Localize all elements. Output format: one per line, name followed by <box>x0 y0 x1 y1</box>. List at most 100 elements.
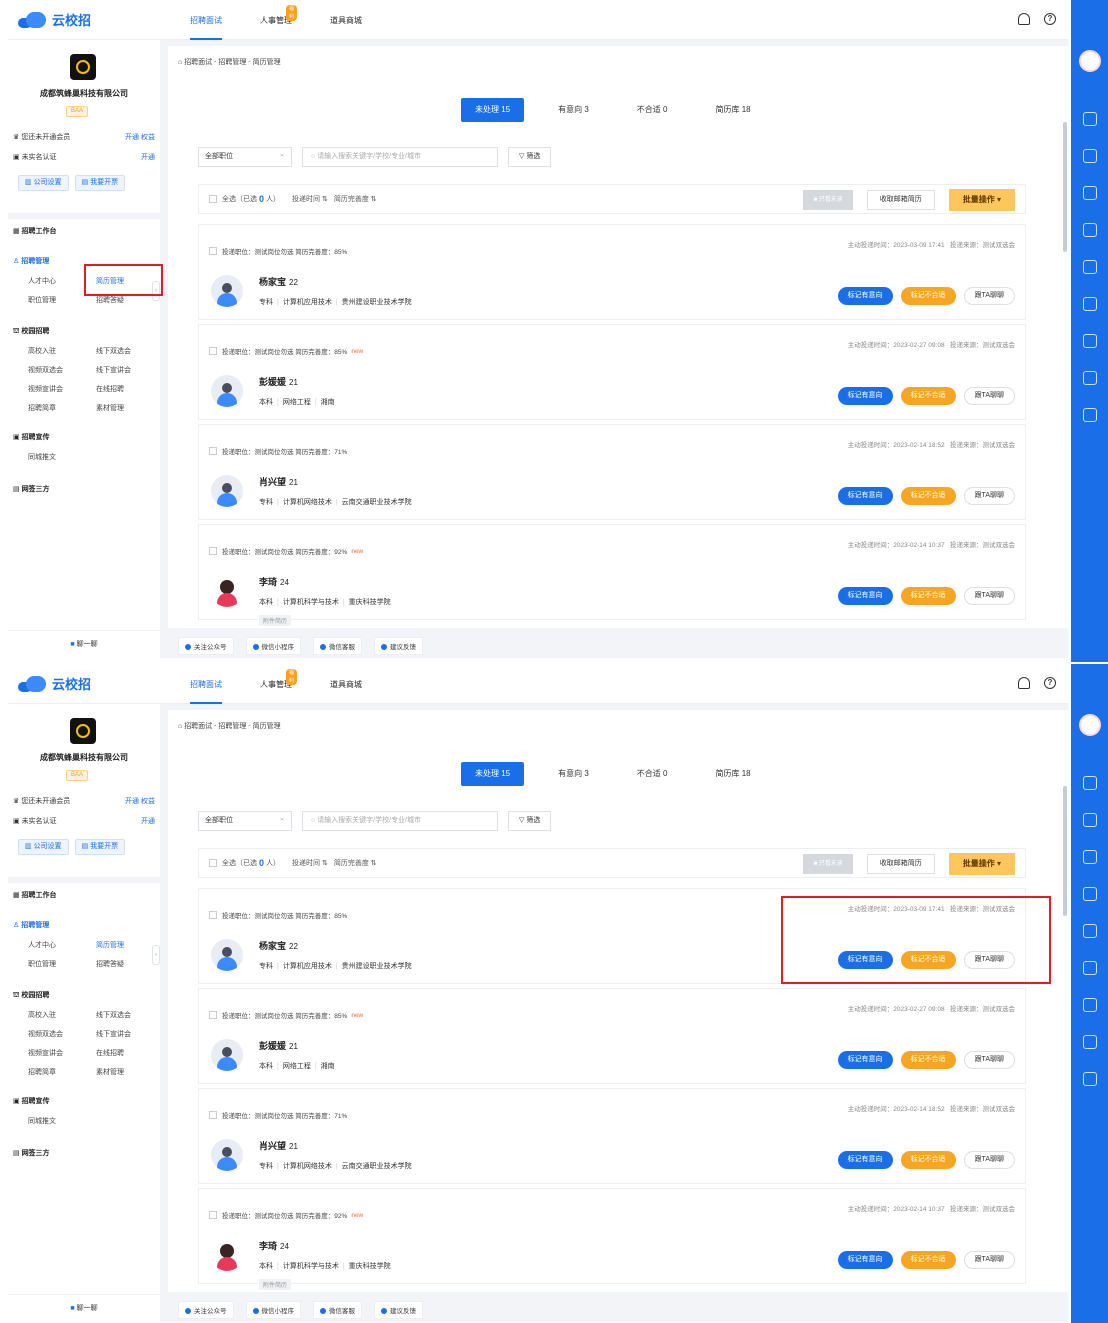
footer-miniprogram[interactable]: 微信小程序 <box>245 637 301 655</box>
security-icon[interactable] <box>1083 334 1097 348</box>
unread-only-toggle[interactable]: ■ 只看未读 <box>803 854 853 874</box>
position-select[interactable]: 全部职位 <box>198 146 292 167</box>
nav-recruit-interview[interactable]: 招聘面试 <box>190 666 222 704</box>
sidebar-item-campus[interactable]: 高校入驻 <box>28 346 96 356</box>
candidate-avatar[interactable] <box>211 575 243 607</box>
mark-interested-button[interactable]: 标记有意向 <box>837 387 893 405</box>
tab-unsuitable[interactable]: 不合适 0 <box>623 762 682 786</box>
security-icon[interactable] <box>1083 998 1097 1012</box>
chat-entry[interactable]: ■ 聊一聊 <box>8 630 160 658</box>
sidebar-item-campus[interactable]: 高校入驻 <box>28 1010 96 1020</box>
candidate-card[interactable]: 投递职位：测试岗位勿选 简历完善度：71% 主动投递时间：2023-02-14 … <box>198 1088 1026 1184</box>
unread-only-toggle[interactable]: ■ 只看未读 <box>803 190 853 210</box>
cloud-icon[interactable] <box>1083 223 1097 237</box>
mark-unsuitable-button[interactable]: 标记不合适 <box>900 487 956 505</box>
cloud-icon[interactable] <box>1083 887 1097 901</box>
scrollbar[interactable] <box>1063 786 1067 916</box>
mark-interested-button[interactable]: 标记有意向 <box>837 487 893 505</box>
help-icon[interactable]: ? <box>1044 677 1056 689</box>
footer-feedback[interactable]: 建议反馈 <box>374 1301 423 1319</box>
nav-recruit-interview[interactable]: 招聘面试 <box>190 2 222 40</box>
candidate-name[interactable]: 彭媛媛 <box>259 1041 286 1051</box>
sidebar-item-resume[interactable]: 简历管理 <box>96 940 156 950</box>
calendar-icon[interactable] <box>1083 776 1097 790</box>
grid-icon[interactable] <box>1083 1072 1097 1086</box>
mark-unsuitable-button[interactable]: 标记不合适 <box>900 587 956 605</box>
member-open-link[interactable]: 开通 <box>125 134 139 141</box>
company-settings-button[interactable]: ▥ 公司设置 <box>18 839 69 855</box>
nav-hr-manage[interactable]: 福利 人事管理 <box>260 666 298 704</box>
select-all-checkbox[interactable] <box>209 859 217 867</box>
candidate-checkbox[interactable] <box>209 911 217 919</box>
candidate-card[interactable]: 投递职位：测试岗位勿选 简历完善度：85% new 主动投递时间：2023-02-… <box>198 324 1026 420</box>
mark-unsuitable-button[interactable]: 标记不合适 <box>900 1151 956 1169</box>
sidebar-item-campus[interactable]: 线下双选会 <box>96 1010 156 1020</box>
candidate-name[interactable]: 李琦 <box>259 577 277 587</box>
candidate-checkbox[interactable] <box>209 1111 217 1119</box>
attachment-badge[interactable]: 附件简历 <box>259 1279 292 1290</box>
sidebar-item-qa[interactable]: 招聘答疑 <box>96 959 156 969</box>
candidate-avatar[interactable] <box>211 275 243 307</box>
member-open-link[interactable]: 开通 <box>125 798 139 805</box>
chat-entry[interactable]: ■ 聊一聊 <box>8 1294 160 1322</box>
mark-unsuitable-button[interactable]: 标记不合适 <box>900 1051 956 1069</box>
candidate-avatar[interactable] <box>211 475 243 507</box>
footer-service[interactable]: 微信客服 <box>313 637 362 655</box>
sidebar-section-campus[interactable]: ⛫ 校园招聘 <box>13 990 49 1000</box>
candidate-checkbox[interactable] <box>209 347 217 355</box>
mark-interested-button[interactable]: 标记有意向 <box>837 1051 893 1069</box>
sidebar-item-position[interactable]: 职位管理 <box>28 959 96 969</box>
candidate-name[interactable]: 杨家宝 <box>259 941 286 951</box>
chat-with-candidate-button[interactable]: 跟TA聊聊 <box>963 287 1015 305</box>
sidebar-item-campus[interactable]: 视频双选会 <box>28 1029 96 1039</box>
sidebar-item-workbench[interactable]: ▦ 招聘工作台 <box>13 890 57 900</box>
sidebar-section-sign[interactable]: ▤ 网签三方 <box>13 1148 50 1158</box>
sidebar-section-promo[interactable]: ▣ 招聘宣传 <box>13 432 50 442</box>
flag-icon[interactable] <box>1083 371 1097 385</box>
mark-unsuitable-button[interactable]: 标记不合适 <box>900 387 956 405</box>
candidate-card[interactable]: 投递职位：测试岗位勿选 简历完善度：92% new 主动投递时间：2023-02-… <box>198 1188 1026 1290</box>
flag-icon[interactable] <box>1083 1035 1097 1049</box>
candidate-avatar[interactable] <box>211 1139 243 1171</box>
verify-open-link[interactable]: 开通 <box>141 816 155 826</box>
scrollbar[interactable] <box>1063 122 1067 252</box>
sidebar-collapse-toggle[interactable]: ‹ <box>152 945 160 965</box>
filter-button[interactable]: ▽ 筛选 <box>508 147 552 167</box>
shield-icon[interactable] <box>1083 924 1097 938</box>
batch-action-button[interactable]: 批量操作 ▾ <box>948 189 1015 211</box>
calendar-icon[interactable] <box>1083 112 1097 126</box>
candidate-name[interactable]: 彭媛媛 <box>259 377 286 387</box>
search-input[interactable]: ○ 请输入搜索关键字/学校/专业/城市 <box>302 147 498 167</box>
invoice-button[interactable]: ▤ 我要开票 <box>74 839 126 855</box>
app-logo[interactable]: 云校招 <box>18 674 91 693</box>
sidebar-section-recruit[interactable]: ♙ 招聘管理 <box>13 920 49 930</box>
message-icon[interactable] <box>1083 149 1097 163</box>
mark-unsuitable-button[interactable]: 标记不合适 <box>900 287 956 305</box>
chat-with-candidate-button[interactable]: 跟TA聊聊 <box>963 487 1015 505</box>
sidebar-item-campus[interactable]: 素材管理 <box>96 403 156 413</box>
chat-with-candidate-button[interactable]: 跟TA聊聊 <box>963 1251 1015 1269</box>
help-icon[interactable]: ? <box>1044 13 1056 25</box>
mark-interested-button[interactable]: 标记有意向 <box>837 587 893 605</box>
chat-with-candidate-button[interactable]: 跟TA聊聊 <box>963 1151 1015 1169</box>
grid-icon[interactable] <box>1083 408 1097 422</box>
sidebar-item-campus[interactable]: 素材管理 <box>96 1067 156 1077</box>
sort-time[interactable]: 投递时间 ⇅ <box>292 858 328 868</box>
candidate-checkbox[interactable] <box>209 547 217 555</box>
nav-prop-mall[interactable]: 道具商城 <box>330 666 362 704</box>
user-avatar[interactable] <box>1079 714 1101 736</box>
member-rights-link[interactable]: 权益 <box>141 798 155 805</box>
mark-interested-button[interactable]: 标记有意向 <box>837 287 893 305</box>
tab-resume-pool[interactable]: 简历库 18 <box>701 762 764 786</box>
sort-complete[interactable]: 简历完善度 ⇅ <box>334 858 377 868</box>
chat-with-candidate-button[interactable]: 跟TA聊聊 <box>963 587 1015 605</box>
nav-prop-mall[interactable]: 道具商城 <box>330 2 362 40</box>
candidate-checkbox[interactable] <box>209 447 217 455</box>
mark-interested-button[interactable]: 标记有意向 <box>837 1151 893 1169</box>
candidate-avatar[interactable] <box>211 1239 243 1271</box>
sidebar-item-talent[interactable]: 人才中心 <box>28 940 96 950</box>
search-input[interactable]: ○ 请输入搜索关键字/学校/专业/城市 <box>302 811 498 831</box>
footer-follow[interactable]: 关注公众号 <box>178 1301 234 1319</box>
candidate-name[interactable]: 李琦 <box>259 1241 277 1251</box>
settings-icon[interactable] <box>1083 297 1097 311</box>
